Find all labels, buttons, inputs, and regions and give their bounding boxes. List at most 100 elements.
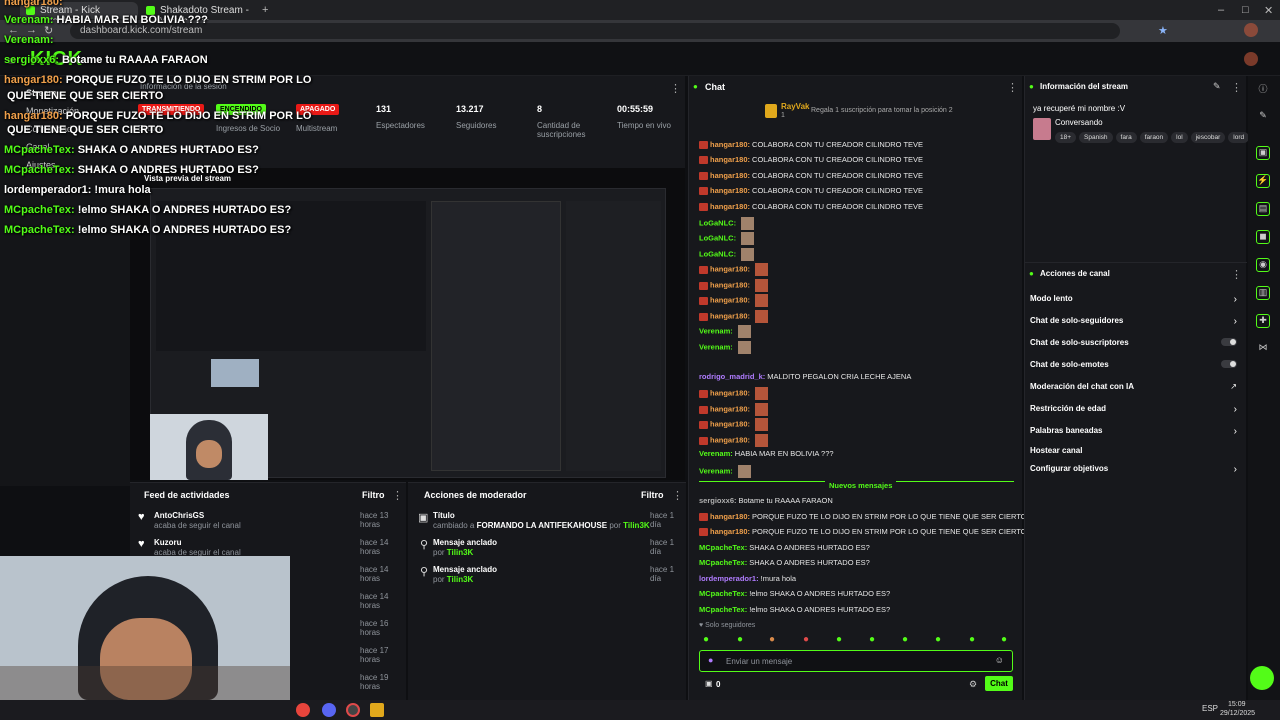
info-icon[interactable]: ⓘ xyxy=(1256,82,1270,96)
chat-username[interactable]: hangar180: xyxy=(710,295,750,304)
action-age-restriction[interactable]: Restricción de edad › xyxy=(1025,404,1247,428)
chat-message[interactable]: rodrigo_madrid_k: MALDITO PEGALON CRIA LE… xyxy=(699,372,911,381)
activity-user[interactable]: AntoChrisGS xyxy=(154,511,204,520)
action-emotes-only[interactable]: Chat de solo-emotes xyxy=(1025,360,1247,384)
chat-username[interactable]: Verenam: xyxy=(699,466,733,475)
chat-username[interactable]: hangar180: xyxy=(710,280,750,289)
close-icon[interactable]: ✕ xyxy=(1264,4,1273,17)
chat-username[interactable]: Verenam: xyxy=(699,342,733,351)
chat-username[interactable]: sergioxx6: xyxy=(699,496,737,505)
chat-username[interactable]: hangar180: xyxy=(710,264,750,273)
chat-username[interactable]: MCpacheTex: xyxy=(699,589,747,598)
emote-icon[interactable]: ● xyxy=(737,634,743,645)
share-icon[interactable]: ⋈ xyxy=(1256,342,1270,356)
chrome-icon[interactable] xyxy=(296,703,310,717)
emote-icon[interactable]: ● xyxy=(869,634,875,645)
chat-message[interactable]: sergioxx6: Botame tu RAAAA FARAON xyxy=(699,496,833,505)
chat-username[interactable]: lordemperador1: xyxy=(699,574,759,583)
chat-message[interactable]: hangar180: COLABORA CON TU CREADOR CILIND… xyxy=(699,140,923,150)
chat-message[interactable]: hangar180: xyxy=(699,403,769,416)
maximize-icon[interactable]: □ xyxy=(1242,4,1249,16)
chat-username[interactable]: hangar180: xyxy=(710,527,750,536)
chat-message[interactable]: MCpacheTex: !elmo SHAKA O ANDRES HURTADO … xyxy=(699,605,890,614)
emote-icon[interactable]: ● xyxy=(969,634,975,645)
chat-username[interactable]: LoGaNLC: xyxy=(699,249,736,258)
chat-username[interactable]: hangar180: xyxy=(710,186,750,195)
category-name[interactable]: Conversando xyxy=(1055,118,1103,127)
more-icon[interactable]: ⋮ xyxy=(670,82,681,95)
points-icon[interactable]: ▣ xyxy=(705,679,713,688)
support-button[interactable] xyxy=(1250,666,1274,690)
action-goals[interactable]: Configurar objetivos › xyxy=(1025,464,1247,488)
chat-message[interactable]: LoGaNLC: xyxy=(699,217,755,230)
emoji-icon[interactable]: ☺ xyxy=(995,655,1004,665)
layout-icon[interactable]: ▥ xyxy=(1256,286,1270,300)
chat-username[interactable]: hangar180: xyxy=(710,419,750,428)
chat-username[interactable]: hangar180: xyxy=(710,435,750,444)
camera-icon[interactable]: ▣ xyxy=(1256,146,1270,160)
chat-message[interactable]: Verenam: xyxy=(699,341,751,354)
activity-more-icon[interactable]: ⋮ xyxy=(392,489,403,502)
edit-icon[interactable]: ✎ xyxy=(1213,81,1221,92)
chat-username[interactable]: LoGaNLC: xyxy=(699,218,736,227)
chat-username[interactable]: hangar180: xyxy=(710,171,750,180)
chat-username[interactable]: hangar180: xyxy=(710,311,750,320)
chat-username[interactable]: LoGaNLC: xyxy=(699,233,736,242)
folder-icon[interactable] xyxy=(370,703,384,717)
chat-username[interactable]: Verenam: xyxy=(699,326,733,335)
chat-message[interactable]: hangar180: COLABORA CON TU CREADOR CILIND… xyxy=(699,202,923,212)
chat-message[interactable]: MCpacheTex: SHAKA O ANDRES HURTADO ES? xyxy=(699,543,870,552)
gift-leader-name[interactable]: RayVak xyxy=(781,102,809,111)
chat-username[interactable]: hangar180: xyxy=(710,388,750,397)
emotes-only-toggle[interactable] xyxy=(1221,360,1237,368)
activity-user[interactable]: Kuzoru xyxy=(154,538,182,547)
chat-message[interactable]: hangar180: COLABORA CON TU CREADOR CILIND… xyxy=(699,155,923,165)
emote-icon[interactable]: ● xyxy=(803,634,809,645)
chat-username[interactable]: Verenam: xyxy=(699,449,733,458)
chat-message[interactable]: hangar180: xyxy=(699,418,769,431)
chat-username[interactable]: rodrigo_madrid_k: xyxy=(699,372,765,381)
document-icon[interactable]: ▤ xyxy=(1256,202,1270,216)
chat-message[interactable]: Verenam: xyxy=(699,325,751,338)
action-ai-moderation[interactable]: Moderación del chat con IA ↗ xyxy=(1025,382,1247,406)
chat-more-icon[interactable]: ⋮ xyxy=(1007,81,1018,94)
clock-date[interactable]: 29/12/2025 xyxy=(1220,710,1255,717)
chat-username[interactable]: hangar180: xyxy=(710,155,750,164)
send-chat-button[interactable]: Chat xyxy=(985,676,1013,691)
emote-icon[interactable]: ● xyxy=(769,634,775,645)
chat-message[interactable]: Verenam: xyxy=(699,465,751,478)
emote-icon[interactable]: ● xyxy=(935,634,941,645)
chat-message[interactable]: hangar180: COLABORA CON TU CREADOR CILIND… xyxy=(699,186,923,196)
chat-message[interactable]: MCpacheTex: SHAKA O ANDRES HURTADO ES? xyxy=(699,558,870,567)
chat-bubble-icon[interactable]: ◼ xyxy=(1256,230,1270,244)
activity-filter-button[interactable]: Filtro xyxy=(362,490,385,500)
discord-icon[interactable] xyxy=(322,703,336,717)
chat-message[interactable]: Verenam: HABIA MAR EN BOLIVIA ??? xyxy=(699,449,834,458)
emote-icon[interactable]: ● xyxy=(836,634,842,645)
chat-message[interactable]: LoGaNLC: xyxy=(699,232,755,245)
chat-message[interactable]: hangar180: xyxy=(699,387,769,400)
chat-username[interactable]: hangar180: xyxy=(710,140,750,149)
wrench-icon[interactable]: ✚ xyxy=(1256,314,1270,328)
mic-icon[interactable]: ● xyxy=(708,655,713,665)
action-subs-only[interactable]: Chat de solo-suscriptores xyxy=(1025,338,1247,362)
chat-message[interactable]: MCpacheTex: !elmo SHAKA O ANDRES HURTADO … xyxy=(699,589,890,598)
chat-settings-icon[interactable]: ⚙ xyxy=(969,679,977,690)
action-slow-mode[interactable]: Modo lento › xyxy=(1025,294,1247,318)
chat-message[interactable]: hangar180: xyxy=(699,279,769,292)
chat-username[interactable]: MCpacheTex: xyxy=(699,543,747,552)
mod-filter-button[interactable]: Filtro xyxy=(641,490,664,500)
star-icon[interactable]: ★ xyxy=(1158,24,1168,37)
edit-icon[interactable]: ✎ xyxy=(1256,110,1270,124)
chat-message[interactable]: hangar180: xyxy=(699,263,769,276)
chat-message[interactable]: hangar180: PORQUE FUZO TE LO DIJO EN STRI… xyxy=(699,512,1027,521)
channel-actions-more-icon[interactable]: ⋮ xyxy=(1231,268,1242,281)
chat-message[interactable]: hangar180: COLABORA CON TU CREADOR CILIND… xyxy=(699,171,923,181)
minimize-icon[interactable]: – xyxy=(1218,4,1224,16)
emote-icon[interactable]: ● xyxy=(1001,634,1007,645)
chat-input[interactable]: ● Enviar un mensaje ☺ xyxy=(699,650,1013,672)
user-avatar[interactable] xyxy=(1244,52,1258,66)
chat-message[interactable]: LoGaNLC: xyxy=(699,248,755,261)
language-indicator[interactable]: ESP xyxy=(1202,704,1218,713)
mod-more-icon[interactable]: ⋮ xyxy=(672,489,683,502)
